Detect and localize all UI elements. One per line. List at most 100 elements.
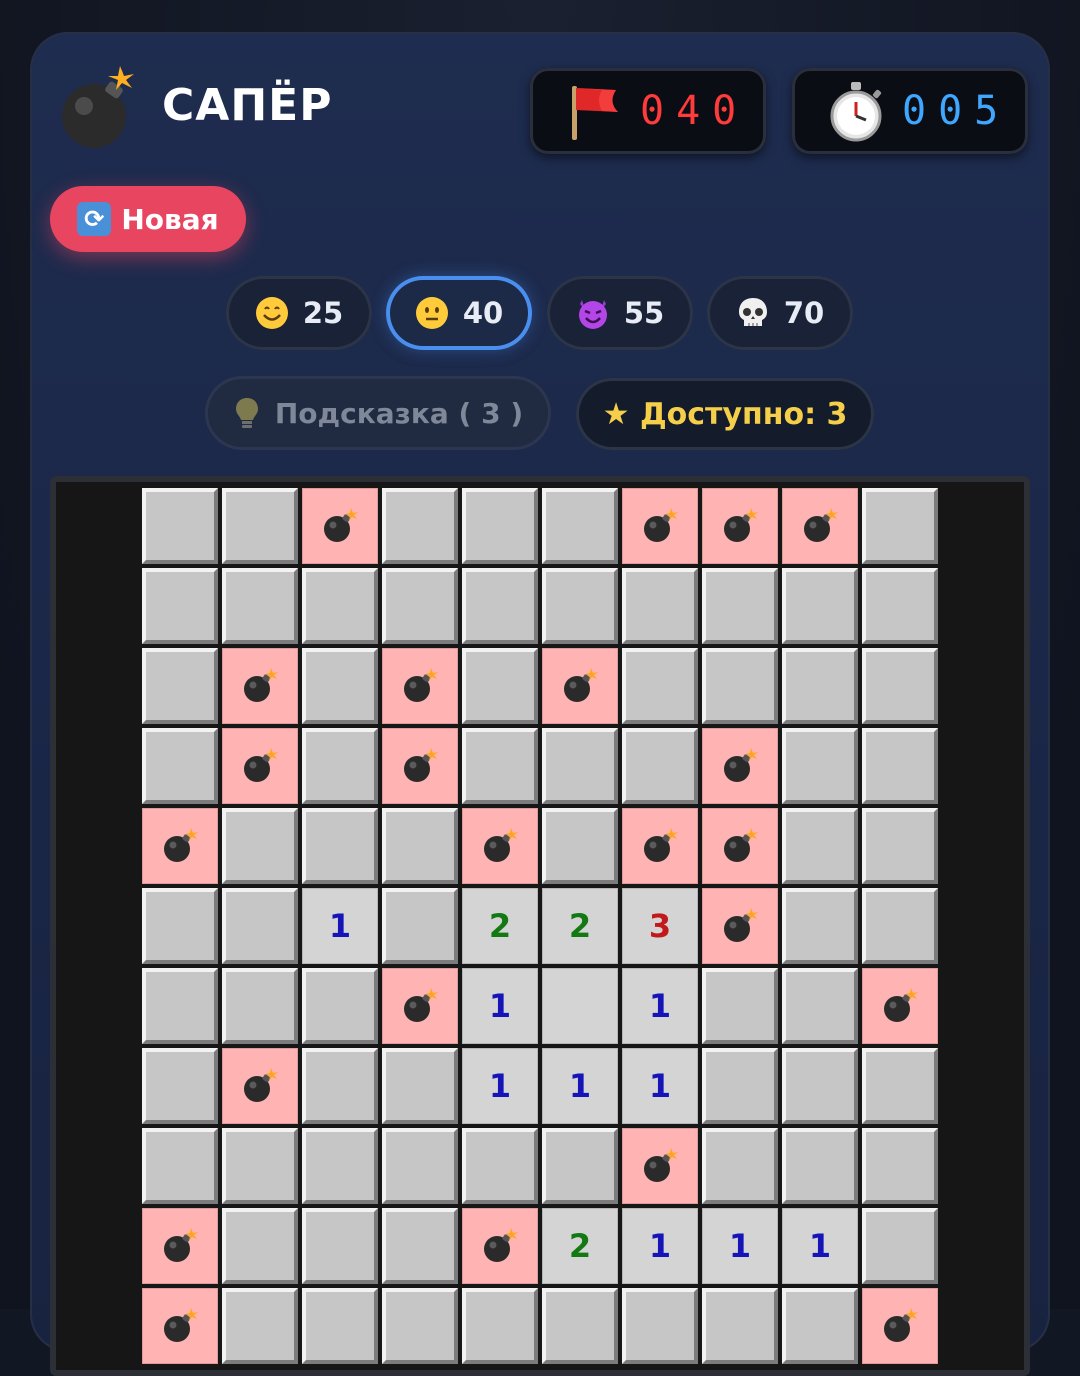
cell-hidden[interactable] — [302, 728, 378, 804]
cell-hidden[interactable] — [302, 568, 378, 644]
cell-hidden[interactable] — [782, 648, 858, 724]
cell-hidden[interactable] — [622, 1288, 698, 1364]
cell-hidden[interactable] — [542, 808, 618, 884]
cell-hidden[interactable] — [142, 488, 218, 564]
cell-hidden[interactable] — [782, 568, 858, 644]
cell-hidden[interactable] — [382, 1048, 458, 1124]
cell-hidden[interactable] — [222, 488, 298, 564]
cell-hidden[interactable] — [382, 888, 458, 964]
cell-revealed[interactable]: 1 — [542, 1048, 618, 1124]
cell-hidden[interactable] — [862, 568, 938, 644]
cell-hidden[interactable] — [382, 568, 458, 644]
cell-hidden[interactable] — [142, 648, 218, 724]
cell-hidden[interactable] — [862, 1048, 938, 1124]
cell-mine[interactable] — [622, 1128, 698, 1204]
cell-hidden[interactable] — [862, 728, 938, 804]
cell-hidden[interactable] — [142, 568, 218, 644]
cell-hidden[interactable] — [702, 968, 778, 1044]
cell-hidden[interactable] — [302, 968, 378, 1044]
cell-mine[interactable] — [222, 648, 298, 724]
cell-revealed[interactable] — [542, 968, 618, 1044]
cell-mine[interactable] — [702, 808, 778, 884]
cell-hidden[interactable] — [142, 1128, 218, 1204]
cell-mine[interactable] — [142, 1208, 218, 1284]
cell-hidden[interactable] — [622, 568, 698, 644]
cell-revealed[interactable]: 1 — [462, 968, 538, 1044]
cell-mine[interactable] — [382, 968, 458, 1044]
cell-mine[interactable] — [702, 888, 778, 964]
cell-revealed[interactable]: 1 — [462, 1048, 538, 1124]
cell-mine[interactable] — [782, 488, 858, 564]
cell-hidden[interactable] — [622, 728, 698, 804]
cell-hidden[interactable] — [462, 648, 538, 724]
cell-mine[interactable] — [862, 1288, 938, 1364]
cell-hidden[interactable] — [462, 488, 538, 564]
cell-hidden[interactable] — [862, 648, 938, 724]
cell-hidden[interactable] — [222, 968, 298, 1044]
cell-mine[interactable] — [702, 488, 778, 564]
cell-hidden[interactable] — [862, 488, 938, 564]
cell-hidden[interactable] — [702, 1048, 778, 1124]
cell-hidden[interactable] — [702, 568, 778, 644]
cell-revealed[interactable]: 1 — [782, 1208, 858, 1284]
cell-revealed[interactable]: 2 — [542, 888, 618, 964]
cell-mine[interactable] — [462, 1208, 538, 1284]
cell-mine[interactable] — [542, 648, 618, 724]
cell-hidden[interactable] — [462, 728, 538, 804]
cell-hidden[interactable] — [862, 808, 938, 884]
cell-hidden[interactable] — [222, 1208, 298, 1284]
cell-hidden[interactable] — [222, 888, 298, 964]
difficulty-25-button[interactable]: 25 — [226, 276, 372, 350]
cell-hidden[interactable] — [382, 488, 458, 564]
cell-hidden[interactable] — [222, 1128, 298, 1204]
cell-hidden[interactable] — [142, 728, 218, 804]
cell-hidden[interactable] — [302, 808, 378, 884]
cell-revealed[interactable]: 2 — [462, 888, 538, 964]
cell-hidden[interactable] — [862, 1128, 938, 1204]
difficulty-55-button[interactable]: 55 — [547, 276, 693, 350]
cell-hidden[interactable] — [782, 808, 858, 884]
cell-hidden[interactable] — [222, 808, 298, 884]
cell-hidden[interactable] — [222, 1288, 298, 1364]
cell-mine[interactable] — [462, 808, 538, 884]
cell-hidden[interactable] — [782, 968, 858, 1044]
cell-mine[interactable] — [702, 728, 778, 804]
cell-hidden[interactable] — [302, 1208, 378, 1284]
cell-hidden[interactable] — [462, 568, 538, 644]
cell-hidden[interactable] — [862, 1208, 938, 1284]
cell-hidden[interactable] — [862, 888, 938, 964]
cell-revealed[interactable]: 2 — [542, 1208, 618, 1284]
new-game-button[interactable]: ⟳ Новая — [50, 186, 246, 252]
cell-hidden[interactable] — [302, 648, 378, 724]
cell-hidden[interactable] — [782, 1128, 858, 1204]
cell-hidden[interactable] — [782, 888, 858, 964]
cell-revealed[interactable]: 1 — [302, 888, 378, 964]
cell-mine[interactable] — [622, 488, 698, 564]
cell-hidden[interactable] — [542, 728, 618, 804]
cell-hidden[interactable] — [702, 648, 778, 724]
cell-hidden[interactable] — [702, 1288, 778, 1364]
cell-hidden[interactable] — [382, 1208, 458, 1284]
cell-mine[interactable] — [382, 728, 458, 804]
cell-revealed[interactable]: 3 — [622, 888, 698, 964]
cell-hidden[interactable] — [542, 568, 618, 644]
cell-revealed[interactable]: 1 — [622, 1208, 698, 1284]
difficulty-40-button[interactable]: 40 — [386, 276, 532, 350]
cell-mine[interactable] — [142, 808, 218, 884]
cell-hidden[interactable] — [382, 808, 458, 884]
cell-mine[interactable] — [302, 488, 378, 564]
cell-hidden[interactable] — [302, 1288, 378, 1364]
cell-hidden[interactable] — [302, 1128, 378, 1204]
cell-hidden[interactable] — [782, 1048, 858, 1124]
cell-revealed[interactable]: 1 — [622, 1048, 698, 1124]
cell-revealed[interactable]: 1 — [702, 1208, 778, 1284]
cell-hidden[interactable] — [382, 1288, 458, 1364]
cell-hidden[interactable] — [462, 1128, 538, 1204]
hint-button[interactable]: Подсказка ( 3 ) — [205, 376, 551, 450]
cell-revealed[interactable]: 1 — [622, 968, 698, 1044]
cell-hidden[interactable] — [142, 888, 218, 964]
cell-hidden[interactable] — [142, 1048, 218, 1124]
cell-mine[interactable] — [222, 728, 298, 804]
cell-hidden[interactable] — [542, 488, 618, 564]
cell-hidden[interactable] — [542, 1288, 618, 1364]
